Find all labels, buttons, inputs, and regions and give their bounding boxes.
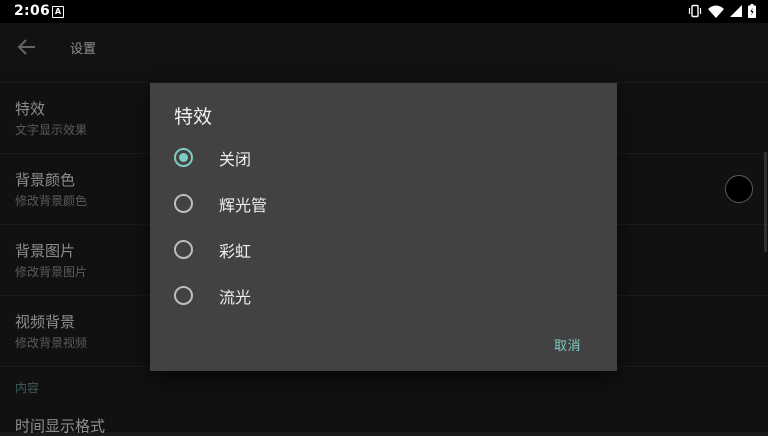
cancel-button[interactable]: 取消 bbox=[554, 335, 581, 354]
battery-icon bbox=[748, 4, 756, 18]
notification-badge-icon: A bbox=[52, 6, 64, 18]
option-label: 辉光管 bbox=[219, 196, 268, 215]
status-bar: 2:06 A bbox=[0, 0, 768, 23]
radio-checked-icon[interactable] bbox=[174, 148, 193, 167]
option-label: 流光 bbox=[219, 288, 252, 307]
option-label: 关闭 bbox=[219, 150, 252, 169]
option-streamer[interactable]: 流光 bbox=[150, 272, 617, 318]
dialog-title: 特效 bbox=[174, 106, 213, 128]
wifi-icon bbox=[708, 5, 724, 18]
radio-unchecked-icon[interactable] bbox=[174, 194, 193, 213]
signal-icon bbox=[730, 5, 742, 17]
option-label: 彩虹 bbox=[219, 242, 252, 261]
status-icons bbox=[688, 4, 756, 18]
option-off[interactable]: 关闭 bbox=[150, 134, 617, 180]
effect-dialog: 特效 关闭 辉光管 彩虹 流光 取消 bbox=[150, 83, 617, 371]
radio-unchecked-icon[interactable] bbox=[174, 286, 193, 305]
radio-unchecked-icon[interactable] bbox=[174, 240, 193, 259]
status-time: 2:06 bbox=[14, 3, 51, 19]
option-nixie-tube[interactable]: 辉光管 bbox=[150, 180, 617, 226]
option-rainbow[interactable]: 彩虹 bbox=[150, 226, 617, 272]
vibrate-icon bbox=[688, 4, 702, 18]
